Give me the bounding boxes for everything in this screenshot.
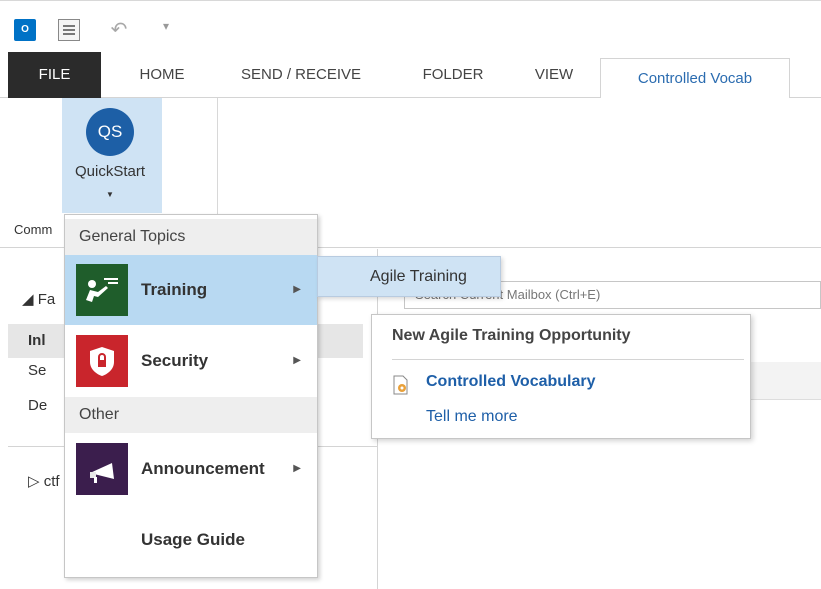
customize-toolbar-icon[interactable]: ▾ <box>158 19 174 41</box>
menu-item-label: Training <box>141 280 208 299</box>
menu-item-training[interactable]: Training ▶ <box>65 255 317 325</box>
undo-icon[interactable]: ↶ <box>108 17 130 41</box>
mailbox-ctf[interactable]: ▷ ctf <box>28 472 60 490</box>
submenu-item-agile-training[interactable]: Agile Training <box>317 256 501 297</box>
chevron-down-icon: ▼ <box>106 190 114 199</box>
card-divider <box>392 359 744 360</box>
ribbon-group-label: Comm <box>14 222 53 237</box>
tab-home[interactable]: HOME <box>119 52 205 98</box>
tab-view[interactable]: VIEW <box>518 52 590 98</box>
menu-item-usage-guide[interactable]: Usage Guide <box>65 505 317 575</box>
menu-item-label: Security <box>141 351 209 370</box>
form-icon[interactable] <box>58 19 80 41</box>
tab-send-receive[interactable]: SEND / RECEIVE <box>222 52 380 98</box>
menu-item-security[interactable]: Security ▶ <box>65 326 317 396</box>
chevron-right-icon: ▶ <box>293 355 301 366</box>
quickstart-label: QuickStart <box>74 163 146 180</box>
chevron-right-icon: ▶ <box>293 284 301 295</box>
tell-me-more-link[interactable]: Tell me more <box>426 408 518 426</box>
document-gear-icon <box>392 375 410 395</box>
menu-item-announcement[interactable]: Announcement ▶ <box>65 434 317 504</box>
menu-header-general: General Topics <box>65 219 317 255</box>
folder-sent[interactable]: Se <box>28 362 46 379</box>
folder-deleted[interactable]: De <box>28 397 47 414</box>
quickstart-button[interactable]: QS QuickStart ▼ <box>62 98 162 213</box>
ribbon-divider <box>217 98 218 230</box>
megaphone-icon <box>76 443 128 495</box>
menu-item-label: Usage Guide <box>141 530 245 549</box>
chevron-right-icon: ▶ <box>293 463 301 474</box>
tab-file[interactable]: FILE <box>8 52 101 98</box>
menu-item-label: Announcement <box>141 459 265 478</box>
favorites-node[interactable]: ◢ Fa <box>22 290 55 308</box>
ribbon-tab-bar: FILE HOME SEND / RECEIVE FOLDER VIEW Con… <box>0 52 821 99</box>
tab-folder[interactable]: FOLDER <box>404 52 502 98</box>
shield-icon <box>76 335 128 387</box>
quickstart-icon: QS <box>86 108 134 156</box>
training-info-card: New Agile Training Opportunity Controlle… <box>371 314 751 439</box>
tab-controlled-vocab[interactable]: Controlled Vocab <box>600 58 790 99</box>
quickstart-menu: General Topics Training ▶ Security ▶ Oth… <box>64 214 318 578</box>
outlook-app-icon[interactable]: O <box>14 19 36 41</box>
card-title: New Agile Training Opportunity <box>392 327 631 344</box>
menu-header-other: Other <box>65 397 317 433</box>
training-icon <box>76 264 128 316</box>
controlled-vocabulary-link[interactable]: Controlled Vocabulary <box>426 373 596 391</box>
quick-access-toolbar: O ↶ ▾ <box>0 0 821 52</box>
